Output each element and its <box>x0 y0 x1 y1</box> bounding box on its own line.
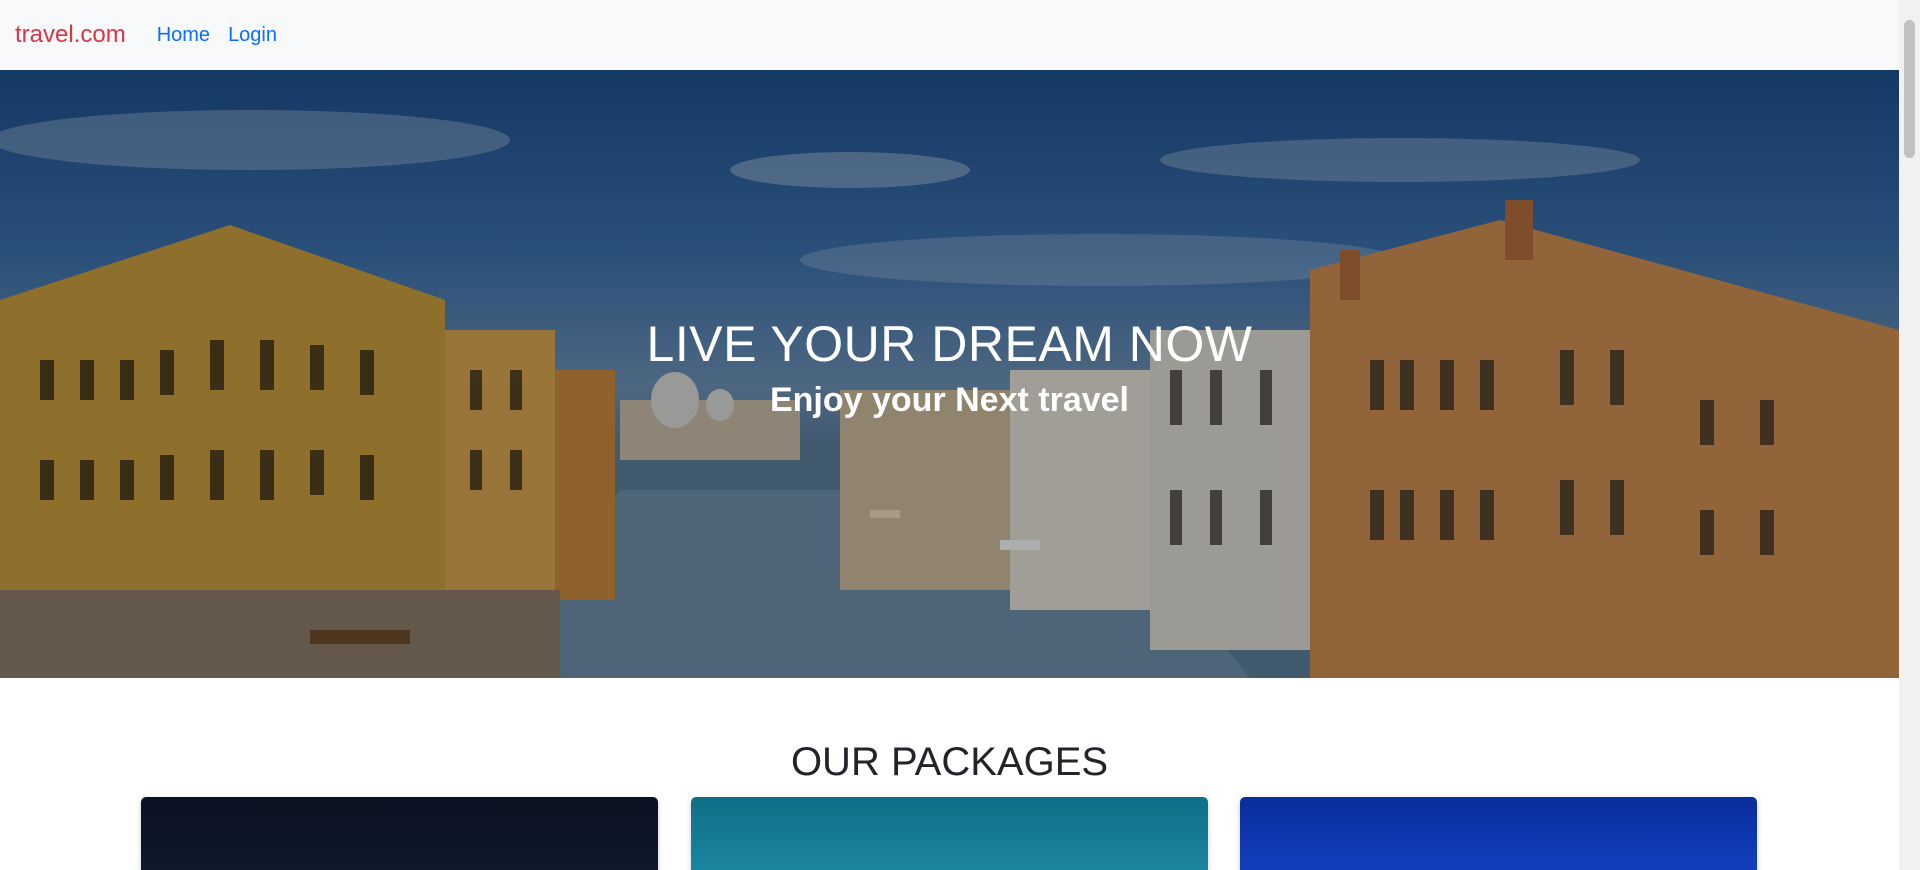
nav-link-home[interactable]: Home <box>157 24 210 47</box>
hero-title: LIVE YOUR DREAM NOW <box>646 316 1253 372</box>
hero-banner: LIVE YOUR DREAM NOW Enjoy your Next trav… <box>0 70 1899 678</box>
hero-subtitle: Enjoy your Next travel <box>769 381 1129 419</box>
scrollbar-thumb[interactable] <box>1904 20 1915 158</box>
package-card-3[interactable] <box>1240 797 1757 870</box>
page: travel.com Home Login LIVE YOUR DREAM NO… <box>0 0 1920 870</box>
package-card-2[interactable] <box>691 797 1208 870</box>
brand-link[interactable]: travel.com <box>15 21 126 49</box>
packages-title: OUR PACKAGES <box>790 740 1109 784</box>
hero-overlay <box>0 70 1899 678</box>
page-scrollbar[interactable] <box>1899 0 1920 870</box>
nav-link-login[interactable]: Login <box>228 24 277 47</box>
navbar: travel.com Home Login <box>0 0 1899 70</box>
package-card-1[interactable] <box>141 797 658 870</box>
